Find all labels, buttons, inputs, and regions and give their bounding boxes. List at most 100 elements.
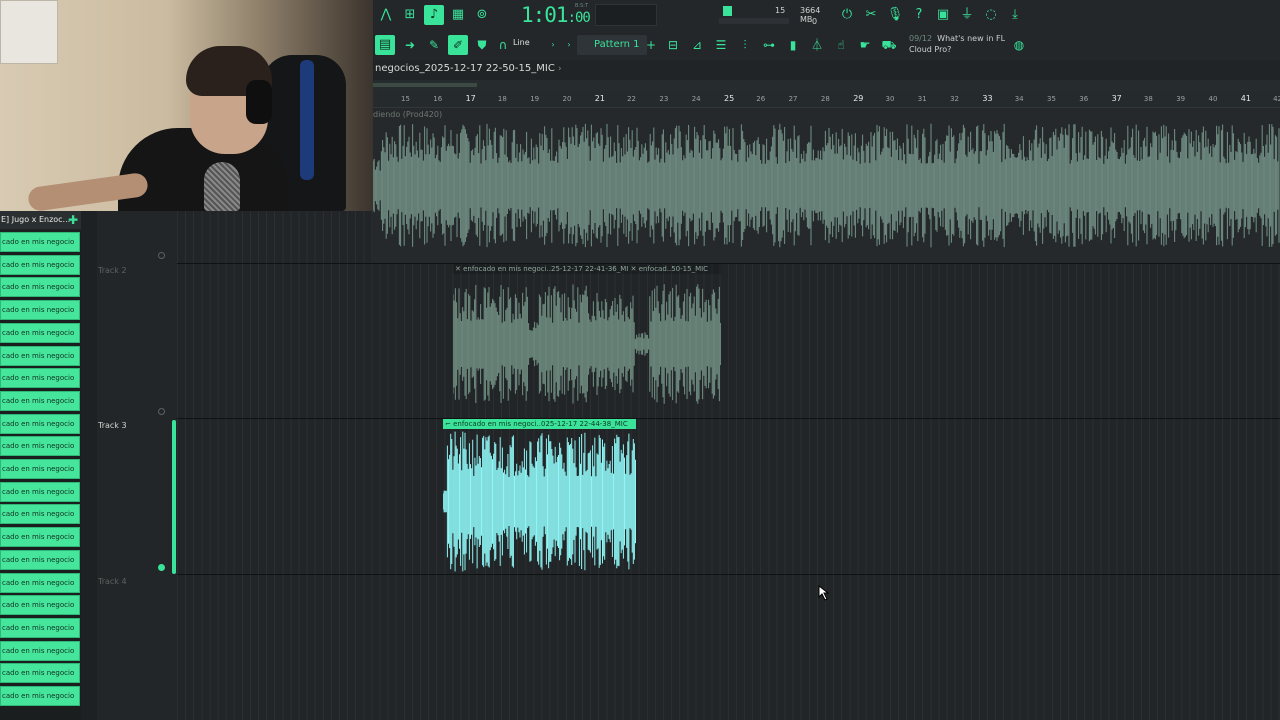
metronome-icon[interactable]: ♪: [424, 5, 444, 25]
channel-item[interactable]: cado en mis negocio: [0, 595, 80, 616]
mixer-icon[interactable]: ⫶: [735, 35, 755, 55]
channel-item[interactable]: cado en mis negocio: [0, 345, 80, 366]
scrollbar-thumb[interactable]: [373, 83, 477, 87]
webcam-headphones: [246, 80, 272, 124]
chevron-right-icon[interactable]: ›: [558, 64, 562, 74]
playlist-menu-icon[interactable]: ▤: [375, 35, 395, 55]
track-2-lane[interactable]: [177, 263, 1280, 418]
save-icon[interactable]: ▣: [933, 5, 953, 25]
hand-icon[interactable]: ☛: [855, 35, 875, 55]
pattern-prev-icon[interactable]: ›: [559, 35, 579, 55]
news-date: 09/12: [909, 34, 933, 43]
microphone-icon[interactable]: 🎙: [885, 5, 905, 25]
track-mute-led[interactable]: [158, 564, 165, 571]
toolbar-row-2: ▤ ➜ ✎ ✐ ⛊ ∩ Line › › Pattern 1 + ⊟ ⊿ ☰ ⫶…: [373, 30, 1280, 60]
top-clip-label: diendo (Prod420): [373, 110, 443, 119]
power-icon[interactable]: ⏻: [837, 5, 857, 25]
playlist-title-bar[interactable]: negocios_2025-12-17 22-50-15_MIC ›: [373, 60, 1280, 80]
channel-item[interactable]: cado en mis negocio: [0, 640, 80, 661]
pulse-icon[interactable]: ⋀: [376, 5, 396, 25]
track-header-4[interactable]: Track 4: [97, 575, 177, 720]
channel-item[interactable]: cado en mis negocio: [0, 300, 80, 321]
stamp-icon[interactable]: ⛊: [472, 35, 492, 55]
audio-clip-track3[interactable]: ⌐ enfocado en mis negoci..025-12-17 22-4…: [443, 419, 636, 574]
snap-mode[interactable]: Line: [513, 38, 530, 47]
ruler-tick: 15: [401, 95, 410, 103]
channel-item[interactable]: cado en mis negocio: [0, 481, 80, 502]
audio-clip-track2[interactable]: ✕ enfocado en mis negoci..25-12-17 22-41…: [453, 264, 721, 414]
channel-item[interactable]: cado en mis negocio: [0, 459, 80, 479]
plugin-icon[interactable]: ⏚: [957, 5, 977, 25]
channel-item[interactable]: cado en mis negocio: [0, 232, 80, 252]
channel-item[interactable]: cado en mis negocio: [0, 436, 80, 457]
playlist-scrollbar[interactable]: [373, 80, 1280, 91]
channel-item[interactable]: cado en mis negocio: [0, 617, 80, 638]
track-mute-led[interactable]: [158, 252, 165, 259]
download-icon[interactable]: ⤓: [1005, 5, 1025, 25]
channel-item[interactable]: cado en mis negocio: [0, 368, 80, 389]
add-channel-icon[interactable]: ✚: [68, 211, 78, 229]
track-4-lane[interactable]: [177, 574, 1280, 720]
webcam-microphone: [204, 162, 240, 211]
track-mute-led[interactable]: [158, 408, 165, 415]
pencil-icon[interactable]: ✎: [424, 35, 444, 55]
playlist-icon[interactable]: ⊟: [663, 35, 683, 55]
clip-close-icon[interactable]: ✕: [455, 265, 463, 273]
piano-roll-icon[interactable]: ⊿: [687, 35, 707, 55]
main-toolbar: ⋀ ⊞ ♪ ▦ ⊚ 1:01:00 B:S:T 15 3664 MB 0 ⏻ ✂…: [373, 0, 1280, 60]
ruler-tick: 24: [691, 95, 701, 103]
mouse-cursor-icon: [818, 585, 830, 601]
record-mode-icon[interactable]: ⊞: [400, 5, 420, 25]
channel-item[interactable]: cado en mis negocio: [0, 663, 80, 684]
help-icon[interactable]: ?: [909, 5, 929, 25]
pattern-selector[interactable]: Pattern 1: [577, 35, 647, 55]
plug-icon[interactable]: ⏃: [807, 35, 827, 55]
channel-item[interactable]: cado en mis negocio: [0, 322, 80, 343]
channel-item[interactable]: cado en mis negocio: [0, 254, 80, 275]
browser-icon[interactable]: ⊶: [759, 35, 779, 55]
chat-icon[interactable]: ◌: [981, 5, 1001, 25]
channel-item[interactable]: cado en mis negocio: [0, 686, 80, 706]
track-header-3[interactable]: Track 3: [97, 419, 177, 574]
wait-input-icon[interactable]: ▦: [448, 5, 468, 25]
cart-icon[interactable]: ⛟: [879, 35, 899, 55]
channel-item[interactable]: cado en mis negocio: [0, 572, 80, 593]
track-name: Track 3: [98, 421, 127, 430]
track-header-2[interactable]: Track 2: [97, 264, 177, 418]
channel-rack-header[interactable]: E] Jugo x Enzoc... ✚: [0, 211, 81, 229]
globe-icon[interactable]: ◍: [1009, 35, 1029, 55]
clip-waveform: [443, 431, 636, 572]
clip-close-icon[interactable]: ✕: [631, 265, 639, 273]
channel-item[interactable]: cado en mis negocio: [0, 549, 80, 570]
track-3-lane[interactable]: [177, 418, 1280, 574]
clip-name: enfocad..50-15_MIC: [638, 265, 709, 273]
timeline-ruler[interactable]: 15 16 17 18 19 20 21 22 23 24 25 26 27 28 29 30 31 32 33 34…: [373, 91, 1280, 108]
channel-item[interactable]: cado en mis negocio: [0, 277, 80, 298]
webcam-chair-stripe: [300, 60, 314, 180]
ruler-tick: 36: [1079, 95, 1089, 103]
channel-item[interactable]: cado en mis negocio: [0, 527, 80, 548]
magnet-icon[interactable]: ∩: [493, 35, 513, 55]
paint-icon[interactable]: ✐: [448, 35, 468, 55]
touch-icon[interactable]: ☝: [831, 35, 851, 55]
channel-item[interactable]: cado en mis negocio: [0, 390, 80, 411]
track-header-1[interactable]: [97, 211, 177, 264]
top-audio-clip[interactable]: [373, 108, 1280, 263]
clip-menu-icon[interactable]: ⌐: [445, 420, 453, 428]
channel-item[interactable]: cado en mis negocio: [0, 504, 80, 525]
cpu-indicator: [723, 6, 732, 16]
channel-item[interactable]: cado en mis negocio: [0, 413, 80, 434]
scissors-icon[interactable]: ✂: [861, 5, 881, 25]
clip-name: enfocado en mis negoci..25-12-17 22-41-3…: [463, 265, 629, 273]
countdown-icon[interactable]: ⊚: [472, 5, 492, 25]
time-sub: :00: [567, 10, 591, 26]
clip-label: ✕ enfocado en mis negoci..25-12-17 22-41…: [453, 264, 721, 274]
add-pattern-icon[interactable]: +: [641, 35, 661, 55]
file-icon[interactable]: ▮: [783, 35, 803, 55]
arrow-right-icon[interactable]: ➜: [400, 35, 420, 55]
news-panel[interactable]: 09/12 What's new in FL Cloud Pro?: [909, 33, 1005, 55]
channel-rack-icon[interactable]: ☰: [711, 35, 731, 55]
cpu-memory-meter[interactable]: 15 3664 MB 0: [709, 2, 829, 28]
ruler-tick: 39: [1176, 95, 1186, 103]
hint-display: [595, 4, 657, 26]
